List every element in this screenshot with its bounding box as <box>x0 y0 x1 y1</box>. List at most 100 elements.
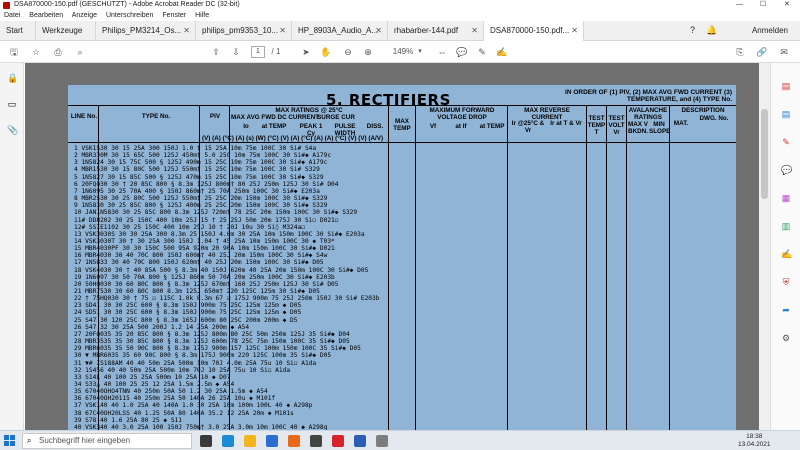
minimize-button[interactable]: — <box>736 0 743 10</box>
header-test-temp: TEST TEMP T <box>587 115 606 136</box>
export-pdf-icon[interactable]: ▤ <box>781 81 791 91</box>
menu-hilfe[interactable]: Hilfe <box>195 12 209 19</box>
lock-icon[interactable]: 🔒 <box>7 73 18 83</box>
order-note: IN ORDER OF (1) PIV, (2) MAX AVG FWD CUR… <box>565 89 732 103</box>
tab-start[interactable]: Start <box>0 21 36 41</box>
tab-philips-pm3214[interactable]: Philips_PM3214_Os... ✕ <box>96 21 196 41</box>
link-icon[interactable]: 🔗 <box>756 45 768 59</box>
media-icon[interactable] <box>310 435 322 447</box>
title-bar: DSA870000-150.pdf (GESCHÜTZT) - Adobe Ac… <box>0 0 800 10</box>
close-tab-icon[interactable]: ✕ <box>571 21 578 41</box>
close-tab-icon[interactable]: ✕ <box>375 21 382 41</box>
zoom-out-icon[interactable]: ⊖ <box>342 45 354 59</box>
print-icon[interactable]: ⎙ <box>52 45 64 59</box>
fill-sign-icon[interactable]: ✍ <box>781 249 792 259</box>
menu-bearbeiten[interactable]: Bearbeiten <box>29 12 63 19</box>
login-button[interactable]: Anmelden <box>752 21 788 41</box>
edge-icon[interactable] <box>222 435 234 447</box>
hand-tool-icon[interactable]: ✋ <box>320 45 332 59</box>
close-tab-icon[interactable]: ✕ <box>471 21 478 41</box>
organize-pages-icon[interactable]: ▥ <box>781 221 791 231</box>
window-title: DSA870000-150.pdf (GESCHÜTZT) - Adobe Ac… <box>14 1 240 8</box>
share-icon[interactable]: ⎘ <box>734 45 746 59</box>
settings-app-icon[interactable] <box>266 435 278 447</box>
table-row: 37 VSK140 40 1.0 25A 40 140A 1.0 30 25A … <box>74 402 313 410</box>
menu-bar: Datei Bearbeiten Anzeige Unterschreiben … <box>0 10 800 21</box>
send-icon[interactable]: ➦ <box>781 305 791 315</box>
notifications-bell-icon[interactable]: 🔔 <box>706 25 717 37</box>
attachment-icon[interactable]: 📎 <box>7 125 18 135</box>
table-row: 10 JAN1N5830 30 25 85C 800 8.3m 125J 720… <box>74 209 358 217</box>
fit-page-icon[interactable]: ⇔ <box>436 45 448 59</box>
table-row: 1 VSK1530 30 15 25A 300 150J 1.0 † 15 25… <box>74 145 317 152</box>
pen-icon[interactable]: ✎ <box>476 45 488 59</box>
menu-unterschreiben[interactable]: Unterschreiben <box>106 12 153 19</box>
system-clock[interactable]: 18:38 13.04.2021 <box>738 433 771 449</box>
select-tool-icon[interactable]: ➤ <box>300 45 312 59</box>
combine-files-icon[interactable]: ▦ <box>781 193 791 203</box>
close-tab-icon[interactable]: ✕ <box>183 21 190 41</box>
create-pdf-icon[interactable]: ▤ <box>781 109 791 119</box>
firefox-icon[interactable] <box>288 435 300 447</box>
close-tab-icon[interactable]: ✕ <box>279 21 286 41</box>
more-tools-icon[interactable]: ⚙ <box>781 333 791 343</box>
table-row: 29 MBR6035 35 50 90C 800 § 8.3m 175J 900… <box>74 345 361 353</box>
close-button[interactable]: ✕ <box>784 0 790 10</box>
tab-rhabarber[interactable]: rhabarber-144.pdf ✕ <box>388 21 484 41</box>
file-explorer-icon[interactable] <box>244 435 256 447</box>
table-row: 17 1N5833 30 40 70C 800 150J 620m† 40 25… <box>74 259 324 267</box>
page-total: / 1 <box>271 47 281 56</box>
menu-anzeige[interactable]: Anzeige <box>72 12 97 19</box>
comment-tool-icon[interactable]: 💬 <box>781 165 792 175</box>
tab-philips-pm9353[interactable]: philips_pm9353_10... ✕ <box>196 21 292 41</box>
bookmark-icon[interactable]: ☆ <box>30 45 42 59</box>
acrobat-taskbar-icon[interactable] <box>332 435 344 447</box>
maximize-button[interactable]: ☐ <box>760 0 766 10</box>
table-row: 4 MBR1530 30 15 80C 500 125J 550m† 15 25… <box>74 166 320 174</box>
vertical-scrollbar[interactable] <box>759 63 770 430</box>
header-piv: PIV <box>209 113 221 120</box>
word-icon[interactable] <box>354 435 366 447</box>
help-icon[interactable]: ? <box>690 25 700 37</box>
edit-pdf-icon[interactable]: ✎ <box>781 137 791 147</box>
table-row: 35 67040OHO4TNN 40 250m 50A 50 1.2 30 25… <box>74 388 268 396</box>
search-icon[interactable]: ⌕ <box>74 45 86 59</box>
windows-start-icon[interactable] <box>4 435 16 447</box>
header-io: Io <box>243 123 249 130</box>
table-row: 13 VSK3030S 30 30 25A 300 8.3m 25 150J 4… <box>74 230 365 238</box>
table-row: 33 S14L 40 100 25 25A 500m 10 25A 10 ◆ D… <box>74 373 231 381</box>
table-row: 8 MBR2530 30 25 80C 500 125J 550m† 25 25… <box>74 195 328 203</box>
toolbar: 🖫 ☆ ⎙ ⌕ ⇧ ⇩ 1 / 1 ➤ ✋ ⊖ ⊕ 149% ▾ ⇔ 💬 ✎ ✍… <box>0 41 800 63</box>
zoom-in-icon[interactable]: ⊕ <box>362 45 374 59</box>
menu-fenster[interactable]: Fenster <box>162 12 186 19</box>
save-icon[interactable]: 🖫 <box>8 45 20 59</box>
next-page-icon[interactable]: ⇩ <box>230 45 242 59</box>
table-row: 36 67040OH20115 40 250m 25A 50 140A 26 2… <box>74 395 276 403</box>
tab-werkzeuge[interactable]: Werkzeuge <box>36 21 96 41</box>
page-number-input[interactable]: 1 <box>251 46 265 58</box>
scrollbar-thumb[interactable] <box>761 109 768 199</box>
table-row: 15 MBR4030PF 30 30 150C 500 95A 920m 20 … <box>74 245 335 253</box>
chevron-down-icon[interactable]: ▾ <box>416 45 424 59</box>
table-row: 9 1N5830 30 25 85C 800 § 125J 400m 25 25… <box>74 202 328 210</box>
table-row: 31 ▼# IS188AM 40 40 50m 25A 500m 10m 70J… <box>74 359 317 367</box>
protect-icon[interactable]: ⛨ <box>781 277 791 287</box>
tab-bar: Start Werkzeuge Philips_PM3214_Os... ✕ ph… <box>0 21 800 41</box>
email-icon[interactable]: ✉ <box>778 45 790 59</box>
taskbar-search-input[interactable]: Suchbegriff hier eingeben <box>22 433 192 449</box>
zoom-level[interactable]: 149% <box>392 45 414 59</box>
tab-hp-8903a[interactable]: HP_8903A_Audio_A... ✕ <box>292 21 388 41</box>
sign-icon[interactable]: ✍ <box>496 45 508 59</box>
menu-datei[interactable]: Datei <box>4 12 20 19</box>
header-ir-25: Ir @25°C & Vr <box>511 120 545 134</box>
document-viewport[interactable]: 5. RECTIFIERS IN ORDER OF (1) PIV, (2) M… <box>25 63 759 430</box>
table-row: 27 20FQ035 35 20 85C 800 § 8.3m 125J 800… <box>74 330 350 338</box>
task-view-icon[interactable] <box>200 435 212 447</box>
previous-page-icon[interactable]: ⇧ <box>210 45 222 59</box>
tab-dsa870000[interactable]: DSA870000-150.pdf... ✕ <box>484 21 584 41</box>
table-row: 34 S33△ 40 100 25 25 12 25A 1.5m 2.5m ◆ … <box>74 380 235 388</box>
table-row: 7 1N6095 30 25 70A 400 § 150J 860m† 25 7… <box>74 187 320 195</box>
comment-icon[interactable]: 💬 <box>456 45 468 59</box>
app-icon[interactable] <box>376 435 388 447</box>
pages-icon[interactable]: ▭ <box>7 99 17 109</box>
